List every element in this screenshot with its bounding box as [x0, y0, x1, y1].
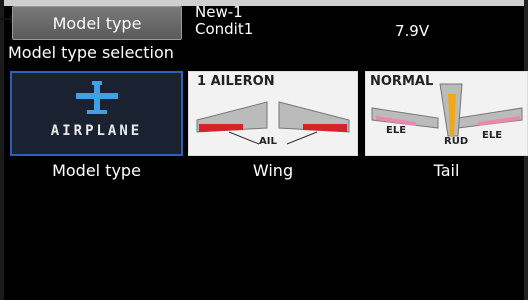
airplane-icon [76, 81, 118, 114]
battery-voltage: 7.9V [395, 22, 430, 40]
model-type-button-label: Model type [52, 13, 142, 33]
model-type-button[interactable]: Model type [12, 6, 182, 40]
page-title: Model type selection [8, 43, 174, 62]
aileron-label: AIL [259, 136, 277, 147]
airplane-text: AIRPLANE [50, 123, 143, 139]
elevator-left-label: ELE [386, 125, 407, 136]
tail-tile[interactable]: NORMAL ELE RUD ELE [365, 71, 528, 156]
elevator-right-label: ELE [482, 130, 503, 141]
wing-type-label: 1 AILERON [197, 74, 275, 89]
tail-caption: Tail [433, 161, 460, 180]
model-type-tile[interactable]: AIRPLANE [10, 71, 183, 156]
tail-type-label: NORMAL [370, 74, 434, 89]
wing-caption: Wing [252, 161, 294, 180]
rudder-label: RUD [444, 136, 469, 147]
model-type-caption: Model type [52, 161, 141, 180]
condition-name: Condit1 [195, 20, 254, 38]
screen-frame-left [0, 0, 4, 300]
wing-tile[interactable]: 1 AILERON AIL [188, 71, 358, 156]
model-name: New-1 [195, 3, 243, 21]
